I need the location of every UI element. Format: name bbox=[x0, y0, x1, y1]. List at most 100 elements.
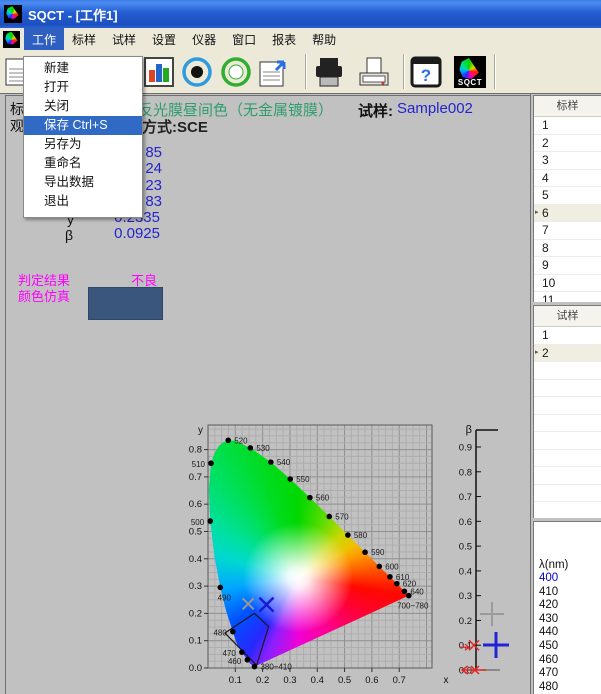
measure-mode: 方式:SCE bbox=[142, 116, 208, 137]
menu-item-导出数据[interactable]: 导出数据 bbox=[24, 173, 142, 192]
menu-bar: 工作标样试样设置仪器窗口报表帮助 bbox=[0, 28, 601, 50]
export-icon[interactable] bbox=[256, 54, 292, 90]
menu-设置[interactable]: 设置 bbox=[144, 28, 184, 51]
svg-text:0.6: 0.6 bbox=[459, 517, 472, 528]
selected-row-marker: ▸ bbox=[535, 345, 539, 362]
svg-text:700~780: 700~780 bbox=[397, 602, 429, 611]
test-row-empty bbox=[534, 502, 601, 518]
standard-row[interactable]: 5 bbox=[534, 187, 601, 205]
wavelength-row[interactable]: 410 bbox=[534, 586, 601, 600]
standard-row[interactable]: 11 bbox=[534, 292, 601, 302]
wavelength-row[interactable]: 430 bbox=[534, 613, 601, 627]
svg-text:x: x bbox=[444, 675, 449, 686]
menu-item-保存 Ctrl+S[interactable]: 保存 Ctrl+S bbox=[24, 116, 142, 135]
svg-text:0.4: 0.4 bbox=[459, 566, 472, 577]
svg-text:0.2: 0.2 bbox=[459, 616, 472, 627]
wavelength-row[interactable]: 420 bbox=[534, 599, 601, 613]
svg-text:640: 640 bbox=[410, 587, 424, 596]
wavelength-row[interactable]: 470 bbox=[534, 667, 601, 681]
chromaticity-chart: 0.10.20.30.40.50.60.70.00.10.20.30.40.50… bbox=[178, 416, 518, 694]
standard-row[interactable]: 3 bbox=[534, 152, 601, 170]
svg-text:0.1: 0.1 bbox=[229, 675, 242, 686]
menu-item-新建[interactable]: 新建 bbox=[24, 59, 142, 78]
wavelength-row[interactable]: 400 bbox=[534, 572, 601, 586]
svg-text:0.6: 0.6 bbox=[365, 675, 378, 686]
standard-row[interactable]: 2 bbox=[534, 135, 601, 153]
svg-text:y: y bbox=[198, 425, 203, 436]
print-icon[interactable] bbox=[311, 54, 347, 90]
svg-text:0.3: 0.3 bbox=[189, 581, 202, 592]
app-window: SQCT - [工作1] 工作标样试样设置仪器窗口报表帮助 bbox=[0, 0, 601, 694]
sample-label: 试样: bbox=[358, 100, 393, 121]
print-preview-icon[interactable] bbox=[356, 54, 392, 90]
svg-text:600: 600 bbox=[385, 562, 399, 571]
menu-标样[interactable]: 标样 bbox=[64, 28, 104, 51]
menu-帮助[interactable]: 帮助 bbox=[304, 28, 344, 51]
svg-text:β: β bbox=[466, 424, 472, 436]
menu-item-重命名[interactable]: 重命名 bbox=[24, 154, 142, 173]
svg-text:0.7: 0.7 bbox=[189, 472, 202, 483]
svg-text:580: 580 bbox=[354, 531, 368, 540]
svg-text:0.0: 0.0 bbox=[189, 663, 202, 674]
svg-text:570: 570 bbox=[335, 512, 349, 521]
menu-试样[interactable]: 试样 bbox=[104, 28, 144, 51]
sample-target-icon[interactable] bbox=[218, 54, 254, 90]
chart-icon[interactable] bbox=[141, 54, 177, 90]
svg-text:470: 470 bbox=[223, 649, 237, 658]
svg-text:?: ? bbox=[421, 66, 431, 85]
menu-item-另存为[interactable]: 另存为 bbox=[24, 135, 142, 154]
standard-list-header: 标样 bbox=[534, 96, 601, 117]
menu-窗口[interactable]: 窗口 bbox=[224, 28, 264, 51]
svg-text:0.5: 0.5 bbox=[189, 526, 202, 537]
test-row-empty bbox=[534, 362, 601, 380]
standard-row[interactable]: 8 bbox=[534, 240, 601, 258]
svg-text:0.6: 0.6 bbox=[189, 499, 202, 510]
standard-target-icon[interactable] bbox=[179, 54, 215, 90]
menu-item-关闭[interactable]: 关闭 bbox=[24, 97, 142, 116]
wavelength-header: λ(nm) bbox=[534, 558, 601, 572]
standard-row[interactable]: ▸6 bbox=[534, 205, 601, 223]
svg-text:500: 500 bbox=[191, 518, 205, 527]
standard-row[interactable]: 9 bbox=[534, 257, 601, 275]
standard-row[interactable]: 4 bbox=[534, 170, 601, 188]
test-row-empty bbox=[534, 450, 601, 468]
help-icon[interactable]: ? bbox=[408, 54, 444, 90]
svg-text:550: 550 bbox=[296, 475, 310, 484]
menu-工作[interactable]: 工作 bbox=[24, 28, 64, 51]
file-menu-dropdown: 新建打开关闭保存 Ctrl+S另存为重命名导出数据退出 bbox=[23, 56, 143, 218]
standard-row[interactable]: 10 bbox=[534, 275, 601, 293]
test-row[interactable]: 1 bbox=[534, 327, 601, 345]
wavelength-row[interactable]: 440 bbox=[534, 626, 601, 640]
mdi-child-icon[interactable] bbox=[3, 31, 20, 48]
test-row-empty bbox=[534, 485, 601, 503]
svg-text:0.4: 0.4 bbox=[189, 554, 202, 565]
menu-报表[interactable]: 报表 bbox=[264, 28, 304, 51]
svg-text:540: 540 bbox=[277, 458, 291, 467]
wavelength-row[interactable]: 460 bbox=[534, 654, 601, 668]
svg-text:0.2: 0.2 bbox=[256, 675, 269, 686]
chart-overlay: 0.10.20.30.40.50.60.70.00.10.20.30.40.50… bbox=[178, 416, 518, 694]
menu-仪器[interactable]: 仪器 bbox=[184, 28, 224, 51]
wavelength-row[interactable]: 450 bbox=[534, 640, 601, 654]
wavelength-row[interactable]: 480 bbox=[534, 681, 601, 694]
test-row[interactable]: ▸2 bbox=[534, 345, 601, 363]
wavelength-panel: λ(nm) 400410420430440450460470480490 bbox=[533, 521, 601, 694]
test-row-empty bbox=[534, 415, 601, 433]
menu-item-打开[interactable]: 打开 bbox=[24, 78, 142, 97]
standard-row[interactable]: 7 bbox=[534, 222, 601, 240]
test-row-empty bbox=[534, 380, 601, 398]
window-title: SQCT - [工作1] bbox=[28, 5, 118, 24]
svg-text:0.4: 0.4 bbox=[311, 675, 324, 686]
svg-text:590: 590 bbox=[371, 548, 385, 557]
menu-items: 工作标样试样设置仪器窗口报表帮助 bbox=[24, 28, 344, 51]
test-row-empty bbox=[534, 397, 601, 415]
menu-item-退出[interactable]: 退出 bbox=[24, 192, 142, 211]
svg-text:0.3: 0.3 bbox=[459, 591, 472, 602]
test-list-panel: 试样 1▸2 bbox=[533, 305, 601, 518]
svg-text:520: 520 bbox=[234, 436, 248, 445]
sqct-logo-icon[interactable]: SQCT bbox=[452, 54, 488, 90]
sample-value: Sample002 bbox=[397, 100, 473, 117]
standard-row[interactable]: 1 bbox=[534, 117, 601, 135]
svg-text:0.5: 0.5 bbox=[459, 542, 472, 553]
selected-row-marker: ▸ bbox=[535, 205, 539, 222]
